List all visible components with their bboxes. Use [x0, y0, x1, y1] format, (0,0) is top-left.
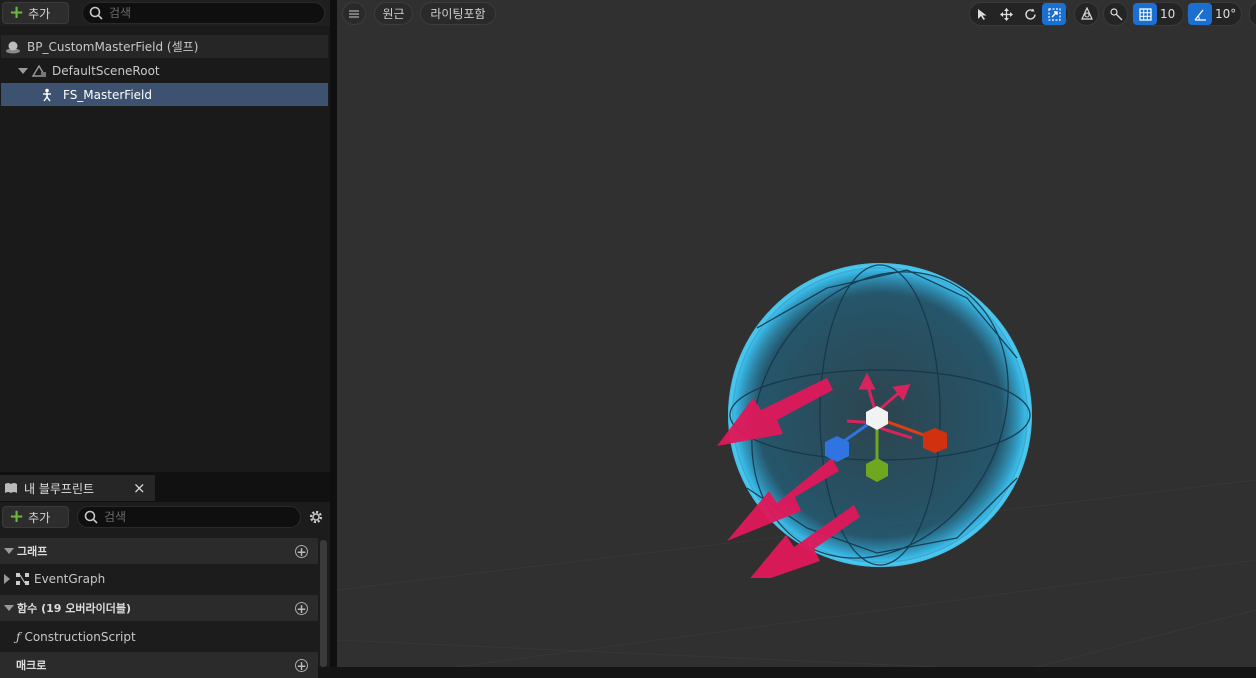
add-label: 추가: [28, 510, 51, 525]
actor-icon: [6, 41, 20, 53]
components-search[interactable]: [82, 2, 325, 24]
add-component-button[interactable]: + 추가: [2, 2, 69, 24]
category-functions[interactable]: 함수 (19 오버라이더블) +: [0, 595, 318, 621]
transform-toolbar: [969, 2, 1069, 26]
tree-item-default-scene-root[interactable]: DefaultSceneRoot: [1, 59, 328, 82]
item-label: ConstructionScript: [24, 630, 136, 644]
tree-item-label: BP_CustomMasterField (셀프): [27, 40, 199, 54]
rotate-mode-icon[interactable]: [1018, 3, 1042, 25]
translate-mode-icon[interactable]: [994, 3, 1018, 25]
surface-snap-icon: [1104, 3, 1127, 25]
chevron-down-icon: [4, 548, 14, 554]
category-macros[interactable]: 매크로 +: [0, 652, 318, 678]
add-graph-icon[interactable]: +: [295, 544, 308, 558]
tab-label: 내 블루프린트: [24, 481, 95, 496]
search-icon: [84, 510, 98, 524]
chevron-down-icon: [4, 605, 14, 611]
event-graph-icon: [16, 573, 29, 585]
lighting-label: 라이팅포함: [430, 7, 486, 21]
hamburger-icon: [349, 10, 359, 17]
category-graphs[interactable]: 그래프 +: [0, 538, 318, 564]
field-system-icon: [43, 88, 51, 101]
tree-item-label: FS_MasterField: [63, 87, 152, 102]
category-label: 매크로: [16, 659, 47, 672]
rotation-snap-group[interactable]: 10°: [1187, 2, 1242, 26]
tree-item-fs-masterfield[interactable]: FS_MasterField: [1, 83, 328, 106]
item-label: EventGraph: [34, 572, 106, 586]
scale-mode-icon[interactable]: [1042, 3, 1066, 25]
chevron-down-icon: [18, 67, 28, 74]
add-label: 추가: [28, 6, 51, 21]
add-macro-icon[interactable]: +: [295, 658, 308, 672]
plus-icon: +: [9, 2, 25, 23]
function-icon: ƒ: [16, 630, 21, 644]
surface-snap-toggle[interactable]: [1103, 2, 1128, 26]
angle-snap-icon[interactable]: [1188, 3, 1212, 25]
search-icon: [89, 6, 103, 20]
world-local-toggle[interactable]: [1074, 2, 1099, 26]
my-blueprint-search-input[interactable]: [102, 509, 286, 525]
category-label: 그래프: [17, 545, 48, 558]
tree-item-label: DefaultSceneRoot: [52, 63, 160, 78]
chevron-right-icon: [4, 574, 10, 584]
globe-icon: [1075, 3, 1098, 25]
panel-splitter[interactable]: [330, 0, 337, 667]
list-item-construction-script[interactable]: ƒ ConstructionScript: [0, 623, 318, 651]
rotation-snap-value[interactable]: 10°: [1215, 7, 1236, 21]
viewport[interactable]: 원근 라이팅포함 10 10°: [337, 0, 1256, 667]
add-blueprint-item-button[interactable]: + 추가: [2, 506, 69, 528]
my-blueprint-search[interactable]: [77, 506, 301, 528]
tree-item-blueprint-root[interactable]: BP_CustomMasterField (셀프): [1, 35, 328, 58]
grid-snap-value[interactable]: 10: [1160, 7, 1175, 21]
master-field-sphere[interactable]: [717, 258, 1047, 578]
perspective-label: 원근: [382, 7, 405, 21]
category-label: 함수 (19 오버라이더블): [17, 602, 131, 615]
close-icon[interactable]: ×: [133, 479, 146, 497]
perspective-button[interactable]: 원근: [374, 2, 413, 25]
scene-root-icon: [31, 64, 47, 77]
grid-snap-icon[interactable]: [1133, 3, 1157, 25]
scrollbar[interactable]: [320, 540, 327, 667]
viewport-menu-button[interactable]: [342, 2, 366, 25]
tab-my-blueprint[interactable]: 내 블루프린트 ×: [0, 475, 155, 501]
plus-icon: +: [9, 506, 25, 527]
grid-snap-group[interactable]: 10: [1132, 2, 1184, 26]
book-icon: [5, 483, 17, 493]
select-mode-icon[interactable]: [970, 3, 994, 25]
components-search-input[interactable]: [107, 5, 291, 21]
lighting-mode-button[interactable]: 라이팅포함: [420, 2, 496, 25]
gear-icon[interactable]: [307, 508, 325, 526]
list-item-event-graph[interactable]: EventGraph: [0, 565, 318, 593]
add-function-icon[interactable]: +: [295, 601, 308, 615]
